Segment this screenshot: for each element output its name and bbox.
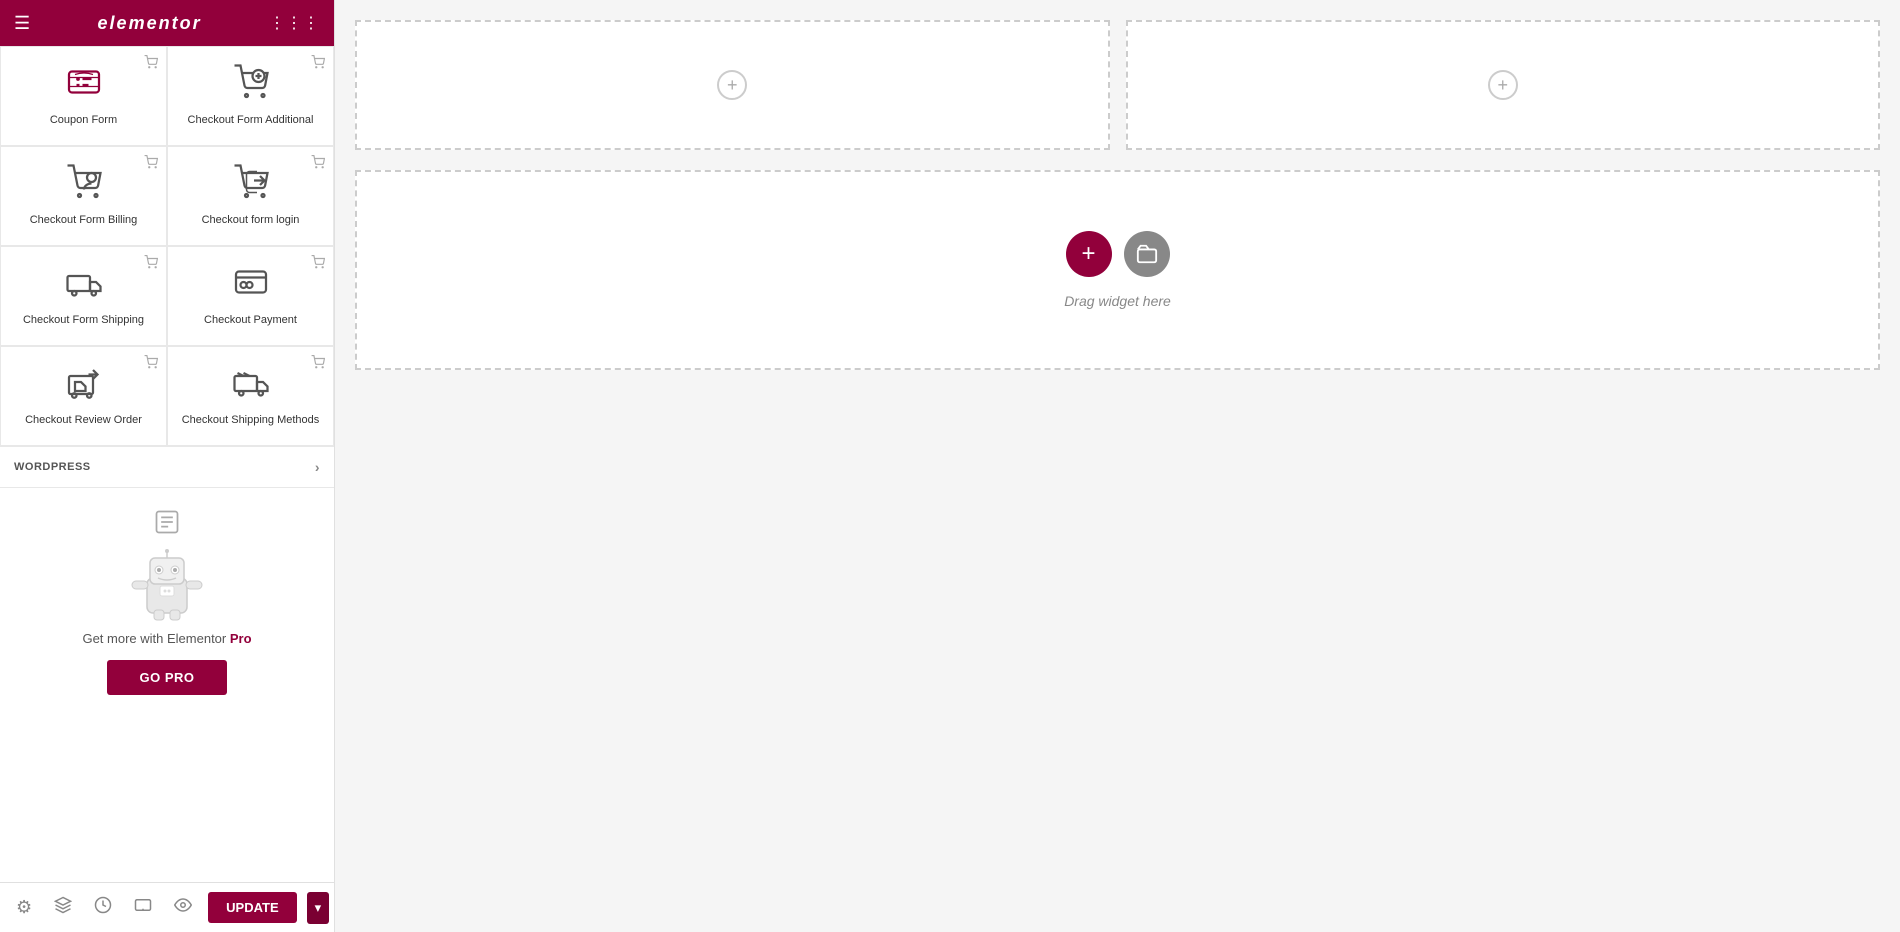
cart-badge-icon xyxy=(311,55,325,72)
checkout-review-order-label: Checkout Review Order xyxy=(25,413,142,427)
cart-badge-icon xyxy=(311,155,325,172)
widget-checkout-review-order[interactable]: Checkout Review Order xyxy=(0,346,167,446)
add-section-button-right[interactable]: + xyxy=(1488,70,1518,100)
widget-coupon-form[interactable]: Coupon Form xyxy=(0,46,167,146)
cart-badge-icon xyxy=(144,55,158,72)
widget-checkout-form-billing[interactable]: Checkout Form Billing xyxy=(0,146,167,246)
cart-badge-icon xyxy=(144,255,158,272)
go-pro-button[interactable]: GO PRO xyxy=(107,660,226,695)
wordpress-section[interactable]: WORDPRESS › xyxy=(0,447,334,488)
widget-checkout-form-additional[interactable]: Checkout Form Additional xyxy=(167,46,334,146)
pro-promo: Get more with Elementor Pro GO PRO xyxy=(0,488,334,882)
checkout-form-billing-icon xyxy=(66,164,102,207)
cart-badge-icon xyxy=(311,355,325,372)
checkout-form-shipping-icon xyxy=(66,264,102,307)
canvas-top-row: + + xyxy=(355,20,1880,150)
widget-checkout-payment[interactable]: Checkout Payment xyxy=(167,246,334,346)
widget-checkout-form-login[interactable]: Checkout form login xyxy=(167,146,334,246)
checkout-payment-icon xyxy=(233,264,269,307)
promo-text: Get more with Elementor Pro xyxy=(82,631,251,646)
grid-icon[interactable]: ⋮⋮⋮ xyxy=(269,13,320,33)
canvas-section-left[interactable]: + xyxy=(355,20,1110,150)
drop-add-button[interactable]: + xyxy=(1066,231,1112,277)
checkout-form-additional-icon xyxy=(233,64,269,107)
drop-zone-buttons: + xyxy=(1066,231,1170,277)
add-section-button-left[interactable]: + xyxy=(717,70,747,100)
coupon-form-label: Coupon Form xyxy=(50,113,117,127)
preview-icon[interactable] xyxy=(168,890,198,925)
checkout-form-shipping-label: Checkout Form Shipping xyxy=(23,313,144,327)
cart-badge-icon xyxy=(144,355,158,372)
checkout-payment-label: Checkout Payment xyxy=(204,313,297,327)
checkout-form-additional-label: Checkout Form Additional xyxy=(188,113,314,127)
checkout-form-login-label: Checkout form login xyxy=(202,213,300,227)
widget-checkout-shipping-methods[interactable]: Checkout Shipping Methods xyxy=(167,346,334,446)
main-canvas: + + + Drag widget here xyxy=(335,0,1900,932)
checkout-shipping-methods-icon xyxy=(233,364,269,407)
cart-badge-icon xyxy=(144,155,158,172)
cart-badge-icon xyxy=(311,255,325,272)
checkout-review-order-icon xyxy=(66,364,102,407)
responsive-icon[interactable] xyxy=(128,890,158,925)
layers-icon[interactable] xyxy=(48,890,78,925)
checkout-form-billing-label: Checkout Form Billing xyxy=(30,213,138,227)
wordpress-label: WORDPRESS xyxy=(14,461,91,473)
collapse-sidebar-handle[interactable]: ‹ xyxy=(334,446,335,486)
chevron-right-icon: › xyxy=(315,459,320,475)
widget-checkout-form-shipping[interactable]: Checkout Form Shipping xyxy=(0,246,167,346)
checkout-form-login-icon xyxy=(233,164,269,207)
update-arrow-button[interactable]: ▾ xyxy=(307,892,330,924)
robot-svg xyxy=(122,548,212,623)
settings-icon[interactable]: ⚙ xyxy=(10,891,38,924)
drop-zone: + Drag widget here xyxy=(355,170,1880,370)
checkout-shipping-methods-label: Checkout Shipping Methods xyxy=(182,413,320,427)
menu-icon[interactable]: ☰ xyxy=(14,13,30,34)
widget-grid: Coupon Form Checkout Form Additional xyxy=(0,46,334,447)
topbar: ☰ elementor ⋮⋮⋮ xyxy=(0,0,334,46)
drop-zone-label: Drag widget here xyxy=(1064,293,1171,309)
bottom-bar: ⚙ UPDATE ▾ xyxy=(0,882,334,932)
drop-folder-button[interactable] xyxy=(1124,231,1170,277)
canvas-section-right[interactable]: + xyxy=(1126,20,1881,150)
list-widget-icon xyxy=(153,508,181,542)
update-button[interactable]: UPDATE xyxy=(208,892,296,923)
coupon-form-icon xyxy=(66,64,102,107)
robot-illustration xyxy=(122,508,212,623)
history-icon[interactable] xyxy=(88,890,118,925)
elementor-logo: elementor xyxy=(98,13,202,34)
